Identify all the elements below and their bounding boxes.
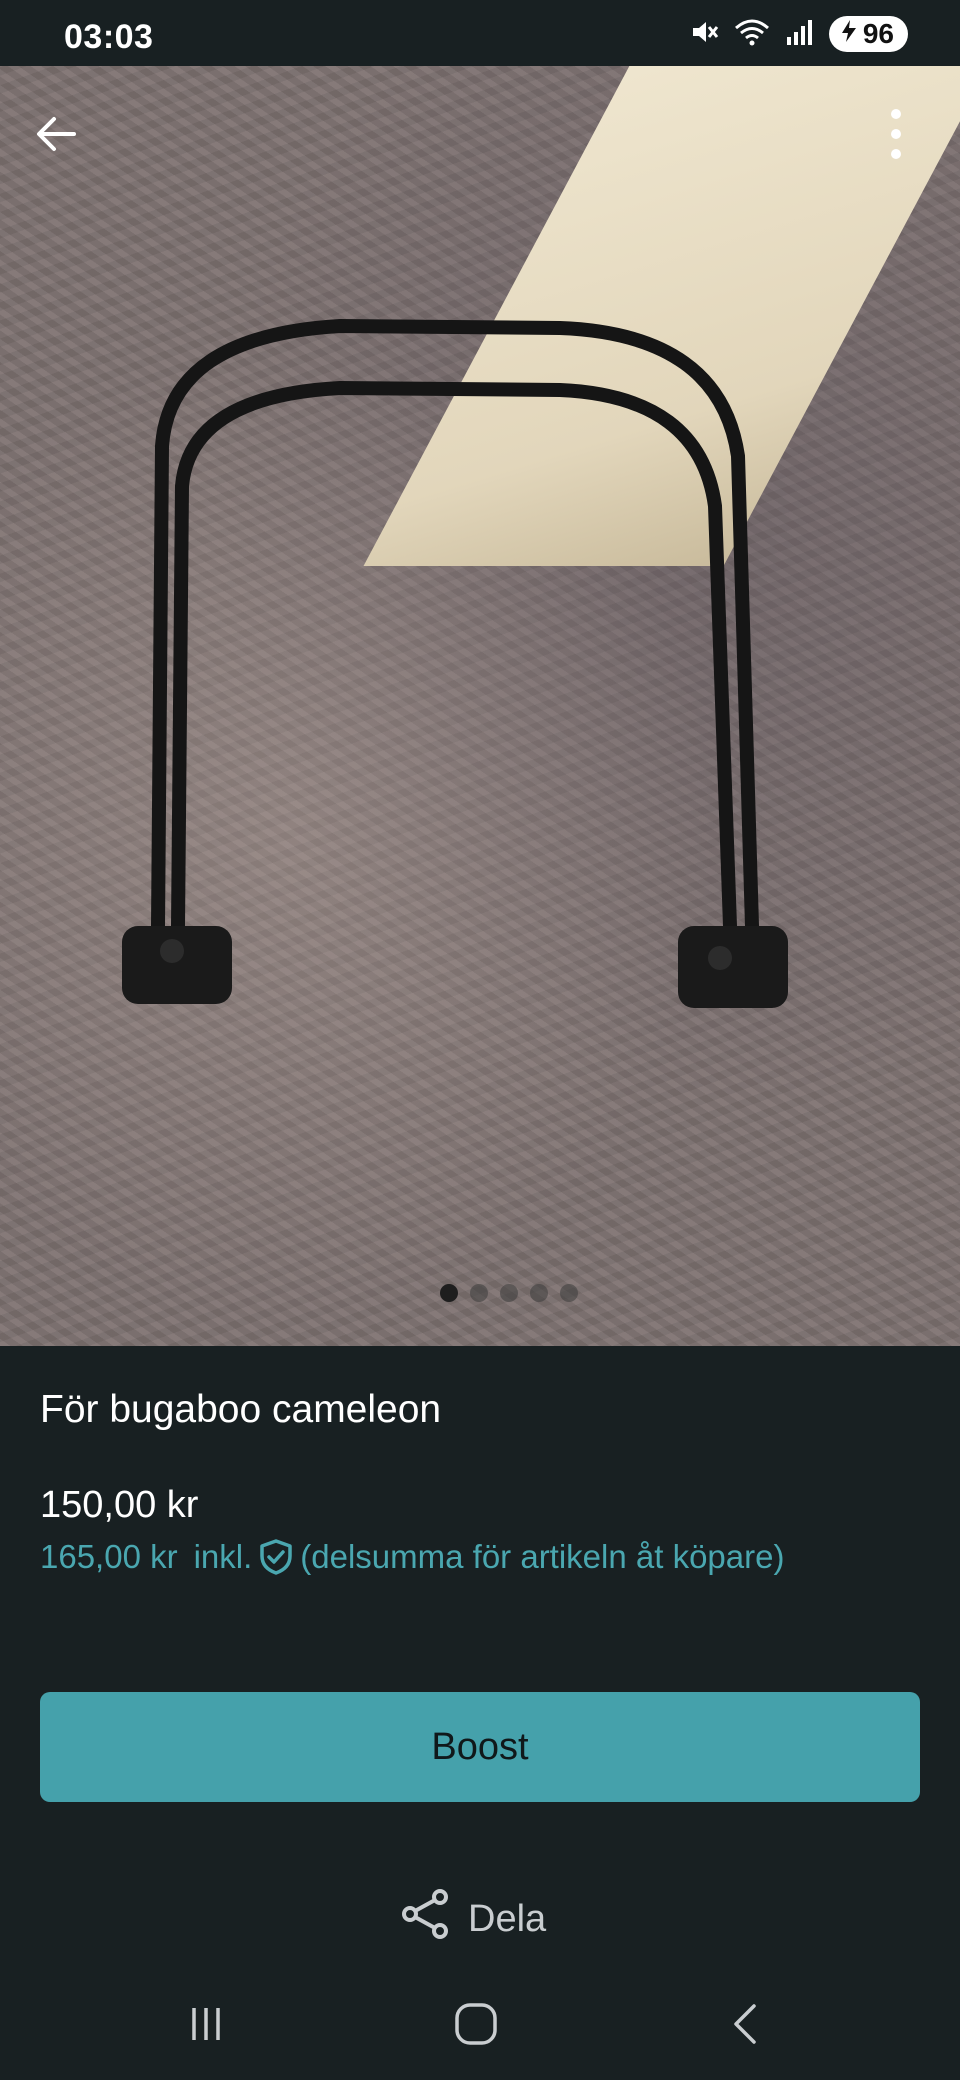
battery-indicator: 96 (828, 16, 908, 52)
product-image-carousel[interactable] (0, 66, 960, 1346)
carousel-indicator (0, 1284, 960, 1302)
buyer-price-info[interactable]: 165,00 kr inkl. (delsumma för artikeln å… (40, 1538, 784, 1576)
shield-check-icon (258, 1538, 294, 1576)
home-button[interactable] (436, 1996, 516, 2056)
wifi-icon (733, 17, 771, 52)
status-bar: 03:03 96 (0, 0, 960, 66)
listing-price: 150,00 kr (40, 1484, 199, 1526)
buyer-price-amount: 165,00 kr (40, 1538, 178, 1575)
chevron-left-icon (728, 2002, 764, 2051)
signal-icon (785, 17, 815, 52)
share-label: Dela (468, 1897, 547, 1940)
recent-apps-icon (186, 2004, 226, 2049)
back-button[interactable] (16, 96, 96, 176)
carousel-dot[interactable] (500, 1284, 518, 1302)
buyer-price-note: (delsumma för artikeln åt köpare) (300, 1538, 785, 1575)
recent-apps-button[interactable] (166, 1996, 246, 2056)
system-back-button[interactable] (706, 1996, 786, 2056)
buyer-price-incl-label: inkl. (193, 1538, 253, 1575)
status-time: 03:03 (64, 18, 154, 56)
battery-icon (839, 18, 859, 50)
carousel-dot[interactable] (440, 1284, 458, 1302)
boost-button[interactable]: Boost (40, 1692, 920, 1802)
status-icons: 96 (689, 14, 908, 54)
carousel-dot[interactable] (560, 1284, 578, 1302)
battery-level: 96 (862, 18, 894, 49)
carousel-dot[interactable] (470, 1284, 488, 1302)
carousel-dot[interactable] (530, 1284, 548, 1302)
more-options-button[interactable] (856, 96, 936, 176)
system-navigation-bar (0, 1970, 960, 2080)
arrow-left-icon (32, 110, 80, 163)
share-icon (400, 1888, 450, 1950)
home-icon (453, 2001, 499, 2052)
share-button[interactable]: Dela (400, 1888, 546, 1950)
more-vertical-icon (889, 106, 903, 167)
mute-icon (689, 17, 719, 52)
product-photo (122, 318, 788, 1008)
listing-title: För bugaboo cameleon (40, 1388, 442, 1431)
